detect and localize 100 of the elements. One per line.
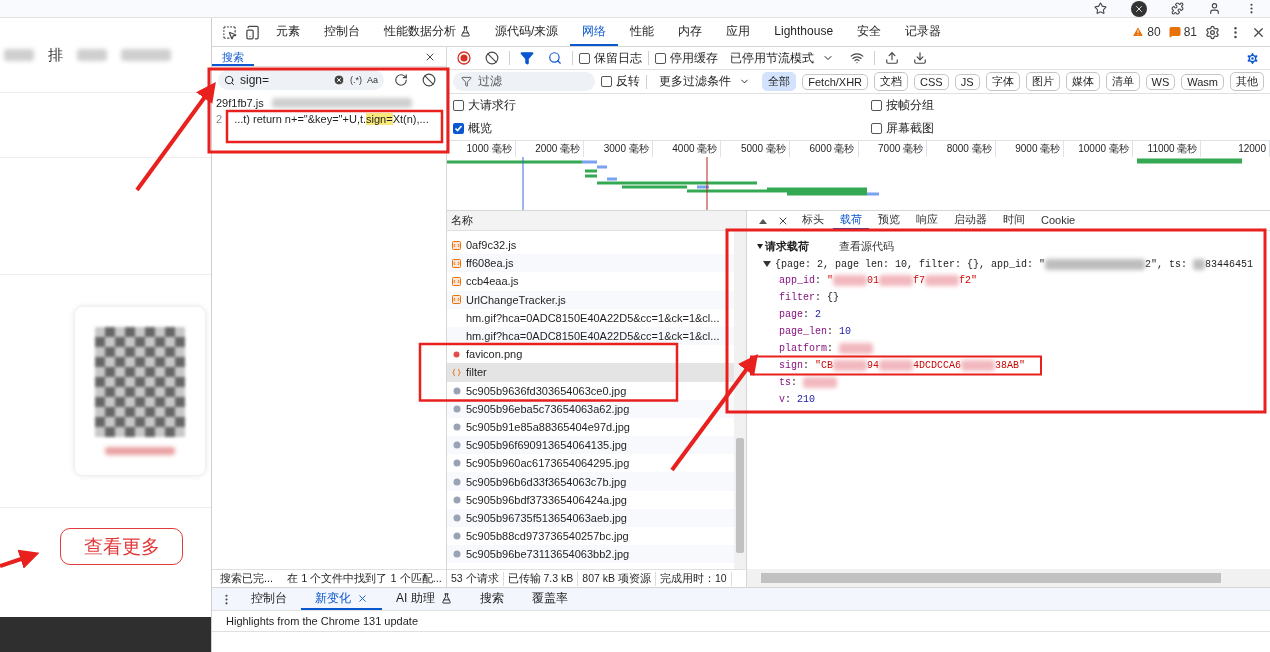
avatar-icon[interactable] bbox=[1208, 2, 1221, 15]
property-value: : bbox=[827, 326, 835, 337]
type-filter-chip[interactable]: 媒体 bbox=[1065, 72, 1100, 91]
property-value: : bbox=[785, 394, 793, 405]
redacted-blur bbox=[925, 275, 960, 286]
devtools-tab[interactable]: 控制台 bbox=[312, 18, 372, 46]
expand-caret-icon[interactable] bbox=[763, 261, 771, 267]
scrollbar[interactable] bbox=[734, 231, 746, 569]
drawer-tab[interactable]: 控制台 bbox=[237, 588, 301, 610]
time-tick: 4000 毫秒 bbox=[652, 141, 722, 157]
search-tab[interactable]: 搜索 bbox=[212, 47, 254, 66]
view-source-link[interactable]: 查看源代码 bbox=[839, 239, 894, 254]
redacted-blur bbox=[803, 377, 838, 388]
case-toggle[interactable]: Aa bbox=[367, 75, 378, 85]
property-value: 2", ts: bbox=[1145, 258, 1189, 270]
drawer-tab[interactable]: AI 助理 bbox=[382, 588, 466, 610]
checkbox-label: 停用缓存 bbox=[670, 49, 718, 67]
drawer-tab[interactable]: 搜索 bbox=[465, 588, 518, 610]
status-text: 完成用时：10 bbox=[655, 571, 732, 586]
checkbox[interactable] bbox=[453, 100, 464, 111]
extension-icon[interactable] bbox=[1131, 0, 1147, 17]
throttling-dropdown[interactable]: 已停用节流模式 bbox=[724, 48, 840, 68]
script-file-icon bbox=[452, 240, 461, 250]
view-more-button[interactable]: 查看更多 bbox=[60, 528, 183, 565]
type-filter-chip[interactable]: 文档 bbox=[874, 72, 909, 91]
more-filters-dropdown[interactable]: 更多过滤条件 bbox=[653, 72, 757, 91]
filter-field[interactable]: 过滤 bbox=[453, 72, 596, 91]
type-filter-chip[interactable]: JS bbox=[954, 73, 980, 90]
checkbox[interactable] bbox=[579, 52, 590, 64]
devtools-tab[interactable]: 安全 bbox=[845, 18, 894, 46]
detail-tab[interactable]: 预览 bbox=[871, 211, 907, 230]
request-row[interactable]: ff608ea.js bbox=[447, 254, 734, 273]
braces-icon bbox=[452, 367, 461, 377]
annotation-arrow bbox=[0, 549, 40, 569]
type-filter-chip[interactable]: 全部 bbox=[762, 72, 797, 91]
devtools-tab[interactable]: 源代码/来源 bbox=[483, 18, 571, 46]
checkbox[interactable] bbox=[871, 100, 882, 111]
type-filter-chip[interactable]: 图片 bbox=[1025, 72, 1060, 91]
detail-tab[interactable]: 响应 bbox=[909, 211, 945, 230]
devtools-tab[interactable]: 网络 bbox=[570, 18, 619, 46]
caret-icon bbox=[757, 244, 763, 249]
checkbox[interactable] bbox=[655, 52, 666, 64]
detail-tab[interactable]: 标头 bbox=[795, 211, 831, 230]
redacted-blur bbox=[1193, 258, 1206, 270]
issue-counter[interactable]: 81 bbox=[1164, 18, 1201, 46]
type-filter-chip[interactable]: CSS bbox=[914, 73, 949, 90]
detail-tab[interactable]: 时间 bbox=[996, 211, 1032, 230]
checkbox[interactable] bbox=[871, 123, 882, 134]
clear-icon[interactable] bbox=[333, 74, 345, 86]
redacted-blur bbox=[833, 275, 868, 286]
warning-counter[interactable]: 80 bbox=[1128, 18, 1165, 46]
request-row[interactable]: 5c905b96f690913654064135.jpg bbox=[447, 436, 734, 455]
property-value: : bbox=[791, 377, 799, 388]
star-icon[interactable] bbox=[1094, 2, 1107, 15]
status-text: 807 kB 项资源 bbox=[578, 571, 656, 586]
devtools-tab[interactable]: 元素 bbox=[264, 18, 312, 46]
devtools-tab[interactable]: Lighthouse bbox=[762, 18, 846, 46]
devtools-tab[interactable]: 性能数据分析 bbox=[372, 18, 483, 46]
search-summary: 在 1 个文件中找到了 1 个匹配... bbox=[287, 571, 442, 586]
request-row[interactable]: 5c905b96b6d33f3654063c7b.jpg bbox=[447, 472, 734, 491]
search-icon bbox=[224, 74, 235, 86]
request-row[interactable]: filter bbox=[447, 363, 734, 382]
time-tick: 11000 毫秒 bbox=[1132, 141, 1202, 157]
type-filter-chip[interactable]: 字体 bbox=[985, 72, 1020, 91]
devtools-tab[interactable]: 记录器 bbox=[893, 18, 954, 46]
type-filter-chip[interactable]: Wasm bbox=[1181, 73, 1224, 90]
section-title[interactable]: 请求载荷 bbox=[757, 239, 809, 254]
type-filter-chip[interactable]: 清单 bbox=[1105, 72, 1140, 91]
detail-tab[interactable]: 载荷 bbox=[833, 211, 869, 230]
result-file-name[interactable]: 29f1fb7.js bbox=[216, 97, 264, 109]
whats-new-heading: Highlights from the Chrome 131 update bbox=[226, 615, 418, 627]
drawer-tab[interactable]: 新变化 bbox=[301, 588, 382, 610]
checkbox[interactable] bbox=[453, 123, 464, 134]
type-filter-chip[interactable]: 其他 bbox=[1230, 72, 1264, 91]
devtools-tab[interactable]: 应用 bbox=[714, 18, 763, 46]
scrollbar[interactable] bbox=[747, 569, 1270, 587]
type-filter-chip[interactable]: Fetch/XHR bbox=[802, 73, 869, 90]
devtools-tab[interactable]: 性能 bbox=[618, 18, 667, 46]
regex-toggle[interactable]: (.*) bbox=[350, 75, 362, 85]
detail-tab[interactable]: 启动器 bbox=[947, 211, 994, 230]
property-key: ts bbox=[779, 377, 791, 388]
type-filter-chip[interactable]: WS bbox=[1145, 73, 1176, 90]
devtools-tab[interactable]: 内存 bbox=[666, 18, 715, 46]
flask-icon bbox=[440, 592, 452, 604]
filter-icon bbox=[461, 76, 472, 87]
property-value: : bbox=[803, 360, 811, 371]
column-header[interactable]: 名称 bbox=[451, 213, 473, 228]
blurred-text bbox=[4, 49, 34, 61]
request-row[interactable]: 5c905b96be73113654063bb2.jpg bbox=[447, 545, 734, 564]
flask-icon bbox=[460, 25, 471, 37]
blurred-text bbox=[121, 49, 171, 61]
close-icon[interactable] bbox=[357, 592, 368, 604]
checkbox[interactable] bbox=[601, 76, 613, 87]
detail-tab[interactable]: Cookie bbox=[1034, 211, 1083, 230]
nav-link[interactable]: 排 bbox=[48, 45, 63, 65]
property-value: : bbox=[827, 343, 835, 354]
puzzle-icon[interactable] bbox=[1171, 2, 1184, 15]
search-field[interactable]: sign= (.*) Aa bbox=[218, 70, 384, 90]
property-key: sign bbox=[779, 360, 803, 371]
drawer-tab[interactable]: 覆盖率 bbox=[517, 588, 582, 610]
